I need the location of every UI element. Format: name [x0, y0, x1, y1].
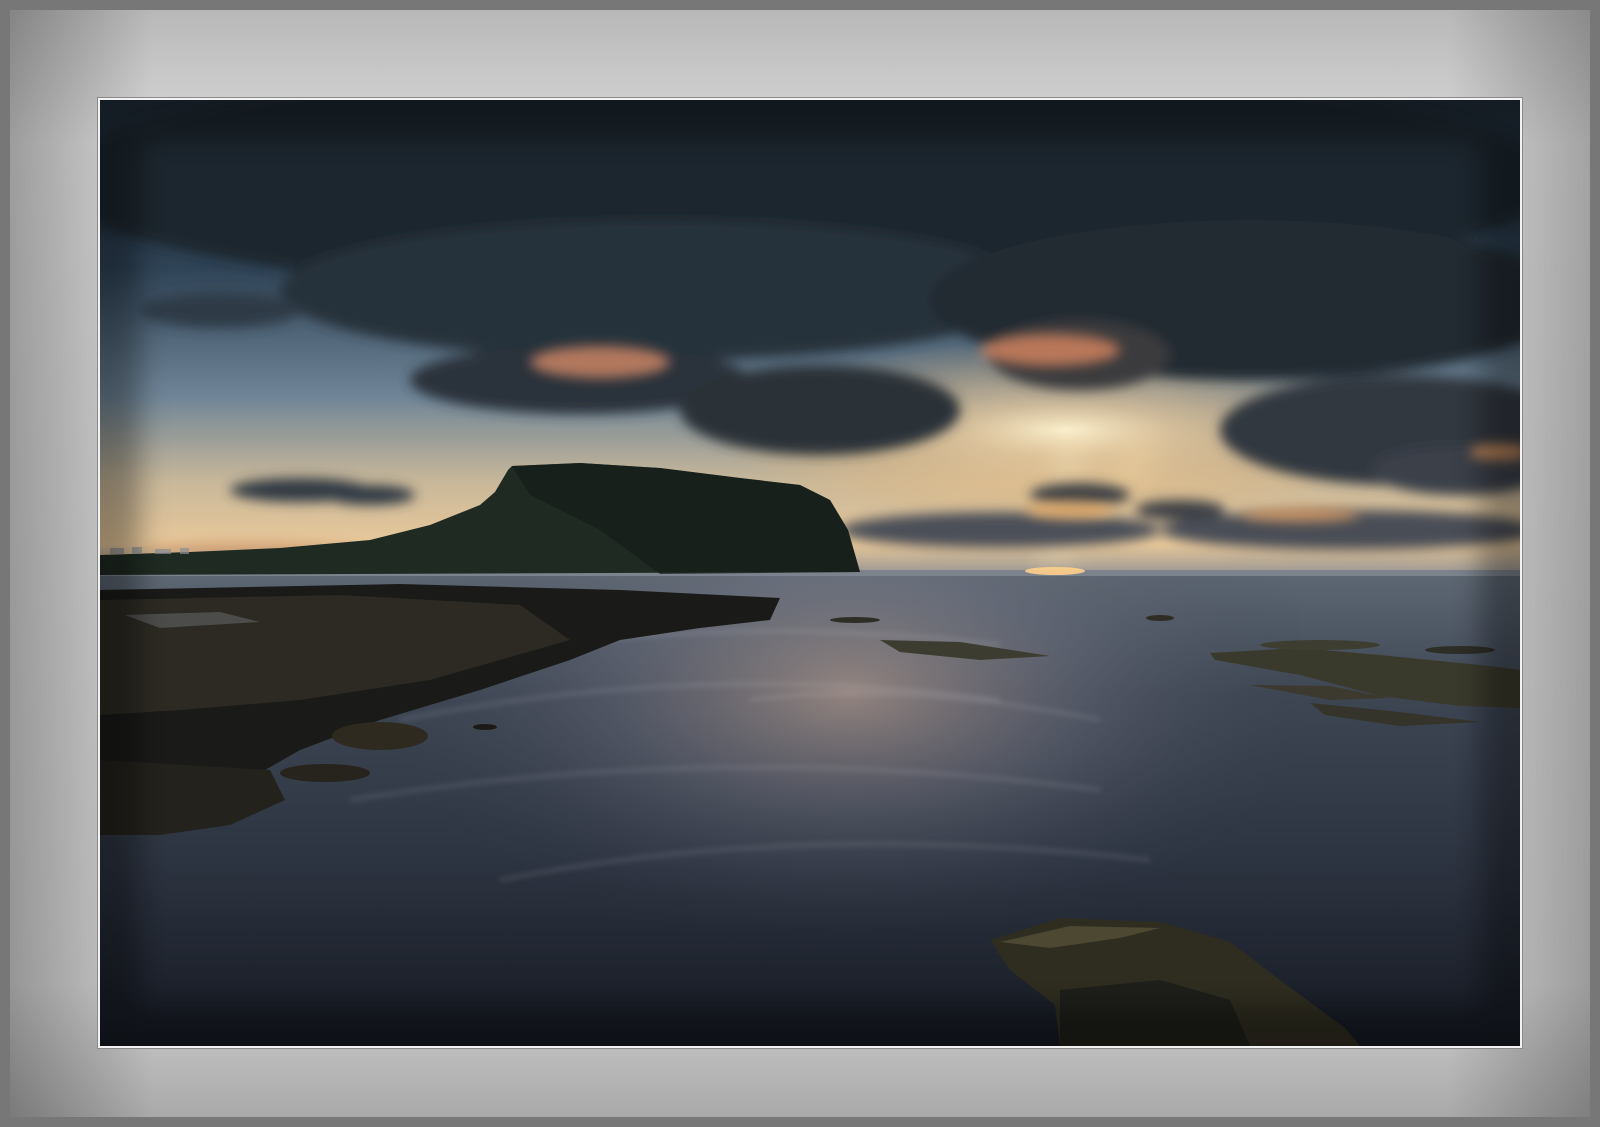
landscape-photo [100, 100, 1520, 1046]
photo-frame [97, 97, 1523, 1049]
picture-mat [0, 0, 1600, 1127]
horizon-sun [1025, 567, 1085, 575]
